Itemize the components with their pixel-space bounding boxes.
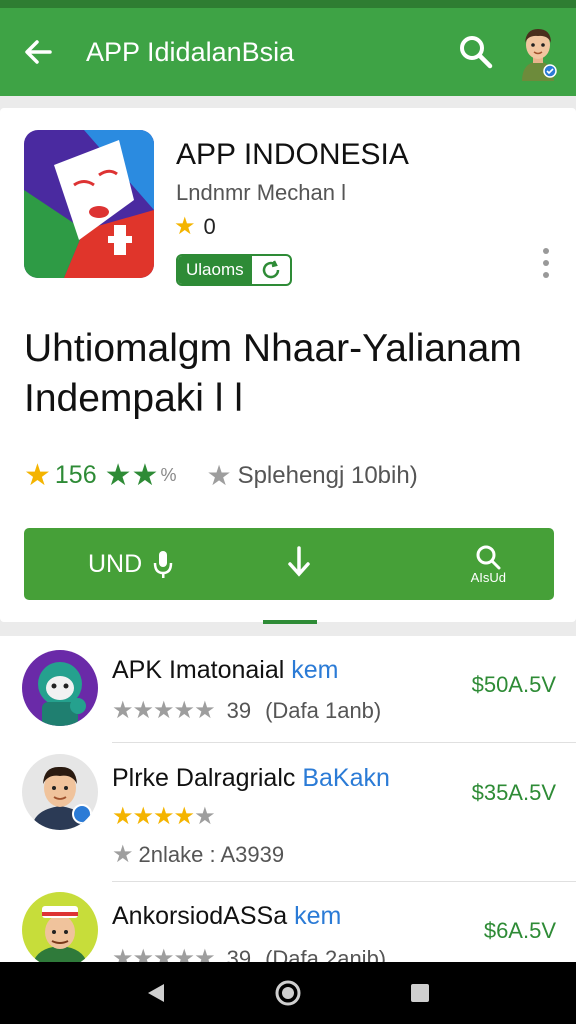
star-icon: ★: [24, 459, 51, 492]
square-recents-icon: [411, 984, 429, 1002]
search-button[interactable]: [454, 30, 498, 74]
developer-name[interactable]: Lndnmr Mechan l: [176, 180, 346, 206]
character-avatar-icon: [22, 892, 98, 964]
list-item[interactable]: Plrke Dalragrialc BaKakn $35A.5V ★★★★ ★ ★…: [0, 744, 576, 882]
app-price: $50A.5V: [471, 672, 556, 697]
install-button[interactable]: UND AIsUd: [24, 528, 554, 600]
app-avatar: [22, 650, 98, 726]
review-count: 156: [54, 461, 97, 489]
app-rating: ★★★★★ 39 (Dafa 1anb): [112, 697, 382, 724]
star-outline-icon: ★: [112, 841, 133, 868]
app-price: $35A.5V: [471, 780, 556, 805]
microphone-icon: [153, 551, 173, 578]
mask-flag-icon: [24, 130, 154, 278]
list-item[interactable]: APK Imatonaial kem $50A.5V ★★★★★ 39 (Daf…: [0, 636, 576, 744]
star-rating-icon: ★★★★★: [112, 697, 216, 724]
app-bar-title: APP Ididalan­Bsia: [86, 36, 295, 67]
app-badge: Ulaoms: [176, 254, 292, 286]
star-empty-icon: ★: [194, 803, 215, 830]
app-avatar: [22, 754, 98, 830]
badge-label: Ulaoms: [178, 256, 252, 284]
star-outline-icon: ★: [206, 460, 232, 491]
share-action[interactable]: AIsUd: [471, 544, 506, 585]
app-meta: ★ 2nlake : A3939: [112, 841, 285, 868]
rating-value: 0: [203, 213, 216, 239]
app-headline: Uhtiomalgm Nhaar-Yalianam Indempaki l l: [24, 324, 564, 424]
star-icon: ★: [174, 213, 196, 240]
download-arrow-icon: [288, 546, 310, 577]
star-half-icon: ★: [131, 459, 159, 492]
app-stats: ★ 156 ★ ★ % ★ Splehengj 10bih): [24, 458, 418, 493]
headline-line-1: Uhtiomalgm Nhaar-Yalianam: [24, 327, 522, 370]
app-avatar: [22, 892, 98, 964]
status-bar: [0, 0, 576, 8]
arrow-left-icon: [25, 40, 52, 64]
system-nav-bar: [0, 962, 576, 1024]
app-title: APK Imatonaial kem: [112, 656, 339, 684]
app-rating: ★★★★★ 39 (Dafa 2anib): [112, 944, 386, 964]
app-stars: ★★★★ ★: [112, 802, 216, 831]
nav-back-button[interactable]: [136, 973, 176, 1013]
star-rating-icon: ★★★★: [112, 803, 195, 830]
nav-recents-button[interactable]: [400, 973, 440, 1013]
tab-indicator: [263, 620, 317, 624]
install-label: UND: [88, 549, 143, 578]
list-item[interactable]: AnkorsiodASSa kem $6A.5V ★★★★★ 39 (Dafa …: [0, 882, 576, 964]
share-label: AIsUd: [470, 569, 506, 585]
nav-home-button[interactable]: [268, 973, 308, 1013]
headline-line-2: Indempaki l l: [24, 377, 243, 420]
user-avatar-icon: [522, 29, 557, 81]
related-apps-list: APK Imatonaial kem $50A.5V ★★★★★ 39 (Daf…: [0, 636, 576, 964]
search-icon: [476, 545, 501, 569]
app-name: APP INDONESIA: [176, 138, 409, 171]
download-info: Splehengj 10bih): [237, 461, 418, 489]
back-button[interactable]: [18, 32, 58, 72]
robot-avatar-icon: [22, 650, 98, 726]
app-detail-card: APP INDONESIA Lndnmr Mechan l ★ 0 Ulaoms…: [0, 108, 576, 622]
install-primary[interactable]: UND: [88, 549, 174, 579]
app-title: Plrke Dalragrialc BaKakn: [112, 764, 390, 792]
more-options-icon[interactable]: [538, 248, 554, 278]
rating-percent: %: [160, 465, 177, 485]
person-avatar-icon: [22, 754, 98, 830]
app-bar: APP Ididalan­Bsia: [0, 8, 576, 96]
download-action[interactable]: [284, 544, 314, 584]
app-icon[interactable]: [24, 130, 154, 278]
triangle-back-icon: [148, 984, 164, 1002]
app-rating: ★ 0: [174, 212, 216, 241]
circle-home-icon: [275, 980, 301, 1006]
star-icon: ★: [104, 459, 132, 492]
profile-avatar[interactable]: [516, 23, 560, 81]
search-icon: [460, 36, 493, 69]
app-price: $6A.5V: [483, 918, 556, 943]
refresh-icon: [252, 256, 290, 284]
app-title: AnkorsiodASSa kem: [112, 902, 342, 930]
star-rating-icon: ★★★★★: [112, 945, 216, 964]
